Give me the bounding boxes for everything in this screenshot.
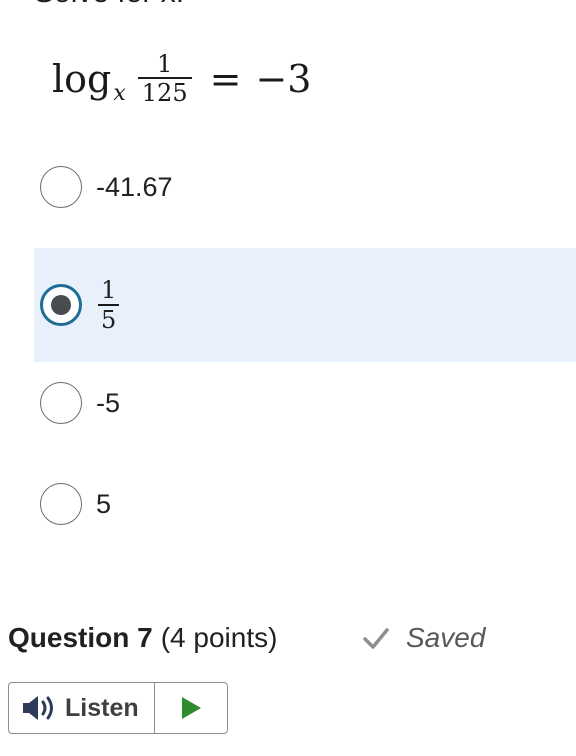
listen-label: Listen [65, 693, 139, 722]
option-label: -41.67 [96, 171, 173, 202]
play-icon [182, 697, 201, 719]
radio-button-checked[interactable] [40, 284, 82, 326]
radio-button[interactable] [40, 166, 82, 208]
speaker-icon [23, 696, 53, 720]
fraction-denominator: 5 [101, 305, 117, 334]
answer-option-4[interactable]: 5 [34, 447, 576, 561]
equals-sign: = [209, 57, 242, 101]
answer-option-3[interactable]: -5 [34, 346, 576, 460]
log-symbol: log [52, 57, 112, 101]
equation-rhs: −3 [255, 57, 312, 101]
question-points: (4 points) [160, 622, 278, 653]
radio-dot [51, 295, 71, 315]
play-button[interactable] [155, 683, 227, 733]
question-title: Question 7 [8, 622, 153, 653]
fraction-numerator: 1 [157, 50, 173, 79]
log-base: x [113, 80, 126, 106]
equation-fraction: 1 125 [137, 50, 192, 107]
option-label: -5 [96, 387, 121, 418]
option-fraction: 1 5 [98, 276, 120, 334]
option-label: 5 [96, 488, 112, 519]
question-header: Question 7 (4 points) [8, 618, 277, 658]
saved-label: Saved [406, 622, 486, 653]
radio-button[interactable] [40, 483, 82, 525]
fraction-numerator: 1 [101, 276, 117, 305]
question-prompt: Solve for x. [34, 0, 184, 10]
fraction-denominator: 125 [141, 78, 188, 107]
radio-button[interactable] [40, 382, 82, 424]
check-icon [363, 628, 389, 649]
saved-status: Saved [362, 618, 485, 658]
question-equation: log x 1 125 = −3 [52, 44, 311, 114]
answer-option-2[interactable]: 1 5 [34, 248, 576, 362]
listen-toolbar: Listen [8, 682, 228, 734]
answer-option-1[interactable]: -41.67 [34, 130, 576, 244]
listen-button[interactable]: Listen [9, 683, 155, 733]
